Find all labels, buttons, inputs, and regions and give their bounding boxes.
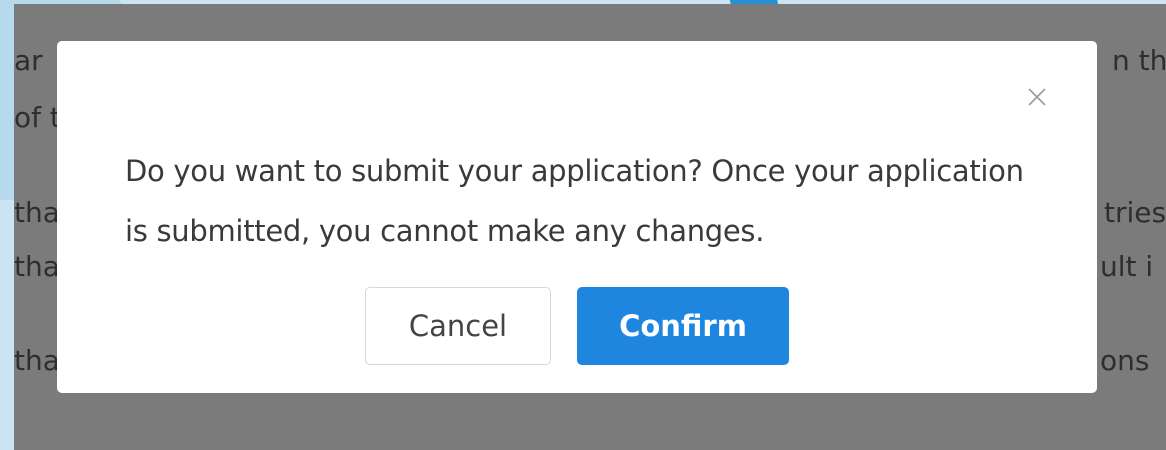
background-text-fragment: n th: [1112, 44, 1166, 77]
close-icon: [1028, 88, 1046, 106]
dialog-message: Do you want to submit your application? …: [125, 154, 1024, 248]
confirm-button-label: Confirm: [619, 309, 747, 343]
background-text-fragment: tha: [14, 344, 60, 377]
cancel-button-label: Cancel: [408, 309, 508, 343]
background-text-fragment: ult i: [1100, 250, 1154, 283]
confirm-dialog: Do you want to submit your application? …: [57, 41, 1097, 393]
background-text-fragment: of t: [14, 101, 61, 134]
background-text-fragment: ar: [14, 44, 43, 77]
background-text-fragment: tries: [1104, 196, 1166, 229]
background-text-fragment: tha: [14, 196, 60, 229]
background-text-fragment: tha: [14, 250, 60, 283]
close-button[interactable]: [1021, 81, 1053, 113]
background-text-fragment: ons: [1100, 344, 1150, 377]
confirm-button[interactable]: Confirm: [577, 287, 789, 365]
cancel-button[interactable]: Cancel: [365, 287, 551, 365]
